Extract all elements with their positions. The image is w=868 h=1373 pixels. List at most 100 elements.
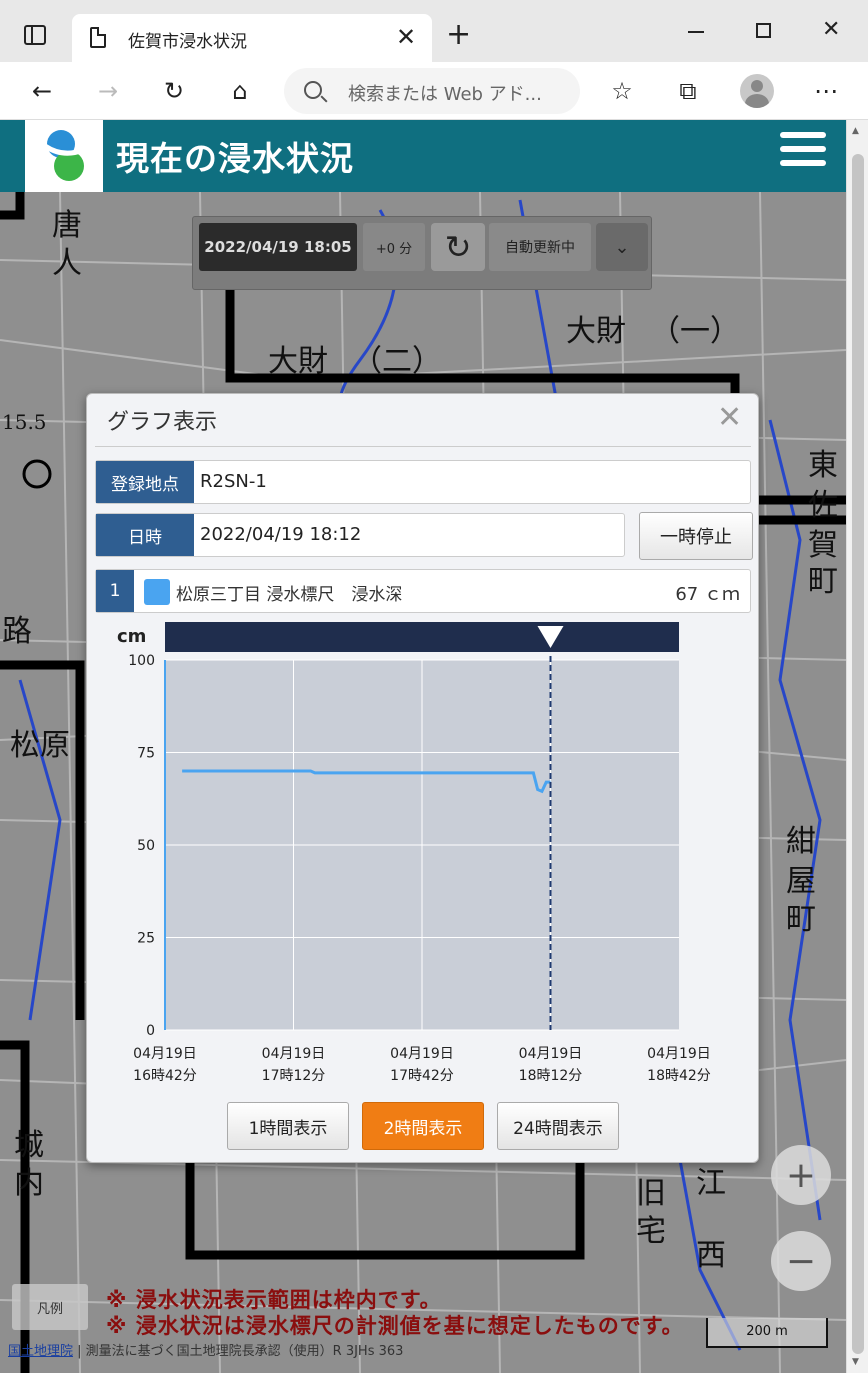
browser-tab[interactable]: 佐賀市浸水状況 ✕ — [72, 14, 432, 62]
collections-icon[interactable]: ⧉ — [668, 72, 708, 110]
y-tick-label: 100 — [128, 653, 155, 669]
address-bar[interactable]: 検索または Web アド... — [284, 68, 580, 114]
zoom-out-button[interactable]: − — [771, 1231, 831, 1291]
zoom-in-button[interactable]: + — [771, 1145, 831, 1205]
location-row: 登録地点 R2SN-1 — [95, 460, 751, 504]
city-logo — [25, 120, 103, 192]
datetime-row: 日時 2022/04/19 18:12 — [95, 513, 625, 557]
page-viewport: 唐 人 大財 （一） 大財 （二） 15.5 路 松原 東 佐 賀 町 紺 屋 … — [0, 120, 846, 1373]
y-tick-label: 25 — [137, 931, 155, 947]
water-depth-chart: cm 0 25 50 75 100 04月19日 16時42分 04月19日 17時12分 04月1… — [95, 620, 751, 1084]
browser-tab-bar: 佐賀市浸水状況 ✕ + ✕ — [0, 0, 868, 62]
y-axis-unit: cm — [117, 626, 146, 647]
map-label: 大財 — [268, 344, 328, 379]
page-title: 現在の浸水状況 — [116, 139, 354, 178]
range-24h-button[interactable]: 24時間表示 — [497, 1102, 619, 1150]
x-tick-label: 17時12分 — [262, 1068, 326, 1084]
y-tick-label: 50 — [137, 838, 155, 854]
x-tick-label: 04月19日 — [390, 1046, 454, 1062]
map-label: 東 — [808, 448, 838, 483]
map-label: 江 — [696, 1166, 726, 1201]
x-tick-label: 18時12分 — [519, 1068, 583, 1084]
graph-dialog: グラフ表示 ✕ 登録地点 R2SN-1 日時 2022/04/19 18:12 … — [86, 393, 759, 1163]
close-icon[interactable]: ✕ — [717, 402, 742, 434]
attribution-link[interactable]: 国土地理院 — [8, 1344, 73, 1359]
map-label: 大財 — [566, 314, 626, 349]
scroll-up-icon[interactable]: ▲ — [852, 126, 859, 136]
x-tick-label: 18時42分 — [647, 1068, 711, 1084]
notice-basis: ※ 浸水状況は浸水標尺の計測値を基に想定したものです。 — [106, 1314, 684, 1338]
tab-close-icon[interactable]: ✕ — [396, 22, 416, 52]
map-label: 町 — [808, 564, 838, 599]
y-tick-label: 0 — [146, 1023, 155, 1039]
reload-icon: ↻ — [444, 228, 472, 266]
map-label: 町 — [786, 902, 816, 937]
map-label: （一） — [650, 314, 740, 349]
range-1h-button[interactable]: 1時間表示 — [227, 1102, 349, 1150]
map-label: 紺 — [786, 824, 816, 859]
search-icon — [304, 81, 322, 99]
expand-button[interactable]: ⌄ — [596, 223, 648, 271]
map-label: （二） — [352, 344, 442, 379]
datetime-value: 2022/04/19 18:12 — [200, 524, 362, 545]
favorites-icon[interactable]: ☆ — [602, 72, 642, 110]
x-tick-label: 04月19日 — [133, 1046, 197, 1062]
scroll-down-icon[interactable]: ▼ — [852, 1357, 859, 1367]
time-offset: +0 分 — [363, 223, 425, 271]
browser-toolbar: ← → ↻ ⌂ 検索または Web アド... ☆ ⧉ ⋯ — [0, 62, 868, 120]
map-label: 宅 — [636, 1214, 666, 1249]
refresh-icon[interactable]: ↻ — [154, 72, 194, 110]
scale-bar: 200 m — [706, 1318, 828, 1348]
minimize-icon[interactable] — [688, 31, 704, 33]
map-legend-button[interactable]: 凡例 — [12, 1284, 88, 1330]
chart-timeline-band — [165, 622, 679, 652]
x-tick-label: 17時42分 — [390, 1068, 454, 1084]
address-placeholder: 検索または Web アド... — [348, 84, 542, 105]
current-time-display[interactable]: 2022/04/19 18:05 — [199, 223, 357, 271]
divider — [95, 446, 751, 447]
dialog-title: グラフ表示 — [107, 410, 218, 435]
scrollbar-thumb[interactable] — [852, 154, 864, 1354]
x-tick-label: 04月19日 — [519, 1046, 583, 1062]
auto-update-button[interactable]: 自動更新中 — [489, 223, 591, 271]
x-tick-label: 04月19日 — [647, 1046, 711, 1062]
x-tick-label: 16時42分 — [133, 1068, 197, 1084]
location-value: R2SN-1 — [200, 471, 267, 492]
map-attribution: 国土地理院 | 測量法に基づく国土地理院長承認（使用）R 3JHs 363 — [8, 1340, 403, 1359]
pause-button[interactable]: 一時停止 — [639, 512, 753, 560]
chevron-down-icon: ⌄ — [614, 236, 630, 258]
refresh-button[interactable]: ↻ — [431, 223, 485, 271]
tab-actions-icon[interactable] — [24, 25, 46, 45]
maximize-icon[interactable] — [756, 23, 771, 38]
page-scrollbar[interactable]: ▲ ▼ — [846, 120, 868, 1373]
map-label: 15.5 — [2, 410, 47, 434]
menu-icon[interactable] — [780, 132, 826, 166]
x-tick-label: 04月19日 — [262, 1046, 326, 1062]
tab-title: 佐賀市浸水状況 — [128, 32, 247, 52]
location-label: 登録地点 — [96, 461, 194, 503]
app-header: 現在の浸水状況 — [0, 120, 846, 192]
series-name: 松原三丁目 浸水標尺 浸水深 — [176, 585, 403, 605]
time-control-panel: 2022/04/19 18:05 +0 分 ↻ 自動更新中 ⌄ — [192, 216, 652, 290]
map-label: 人 — [52, 246, 82, 281]
series-number: 1 — [96, 570, 134, 612]
datetime-label: 日時 — [96, 514, 194, 556]
legend-row: 1 松原三丁目 浸水標尺 浸水深 67 ｃｍ — [95, 569, 751, 613]
forward-icon[interactable]: → — [88, 72, 128, 110]
profile-avatar[interactable] — [740, 74, 774, 108]
map-label: 路 — [2, 614, 32, 649]
chart-svg: cm 0 25 50 75 100 04月19日 16時42分 04月19日 17時12分 04月1… — [117, 622, 711, 1084]
range-2h-button[interactable]: 2時間表示 — [362, 1102, 484, 1150]
window-close-icon[interactable]: ✕ — [822, 18, 840, 42]
map-label: 西 — [696, 1238, 726, 1273]
more-menu-icon[interactable]: ⋯ — [806, 72, 846, 110]
series-current-value: 67 ｃｍ — [675, 584, 740, 605]
map-label: 佐 — [808, 488, 838, 523]
series-color-swatch — [144, 579, 170, 605]
new-tab-icon[interactable]: + — [446, 20, 471, 50]
home-icon[interactable]: ⌂ — [220, 72, 260, 110]
back-icon[interactable]: ← — [22, 72, 62, 110]
attribution-text: | 測量法に基づく国土地理院長承認（使用）R 3JHs 363 — [73, 1344, 404, 1359]
map-label: 松原 — [10, 728, 70, 763]
map-label: 内 — [14, 1166, 44, 1201]
